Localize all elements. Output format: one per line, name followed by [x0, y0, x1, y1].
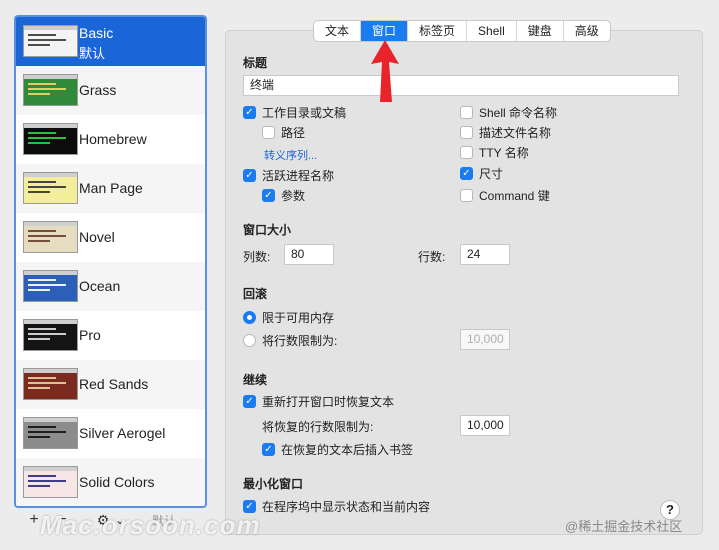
profile-item[interactable]: Solid Colors: [16, 458, 205, 506]
tab-shell[interactable]: Shell: [467, 21, 517, 41]
credit-text: @稀土掘金技术社区: [565, 519, 683, 534]
tab-bar: 文本 窗口 标签页 Shell 键盘 高级: [313, 20, 611, 42]
escape-sequences-link[interactable]: 转义序列...: [264, 147, 317, 163]
checkbox-insert-bookmark[interactable]: ✓ 在恢复的文本后插入书签: [262, 441, 413, 458]
profile-item[interactable]: Red Sands: [16, 360, 205, 409]
profile-thumbnail: [23, 25, 78, 57]
columns-field[interactable]: 80: [284, 244, 334, 265]
radio-circle[interactable]: [243, 334, 256, 347]
columns-label: 列数:: [243, 250, 271, 264]
checkbox-active-process[interactable]: ✓ 活跃进程名称: [243, 167, 334, 184]
checkbox-box[interactable]: [460, 106, 473, 119]
profile-name: Novel: [79, 229, 115, 245]
profile-item[interactable]: Homebrew: [16, 115, 205, 164]
profile-name: Pro: [79, 327, 101, 343]
tab-window[interactable]: 窗口: [361, 21, 409, 41]
profile-thumbnail: [23, 319, 78, 351]
tab-tabs[interactable]: 标签页: [408, 21, 468, 41]
window-size-header: 窗口大小: [243, 223, 292, 237]
profile-thumbnail: [23, 221, 78, 253]
resume-header: 继续: [243, 373, 268, 387]
profile-thumbnail: [23, 368, 78, 400]
profile-name: Homebrew: [79, 131, 147, 147]
profile-default-label: 默认: [79, 46, 106, 61]
checkbox-box[interactable]: ✓: [262, 443, 275, 456]
profile-item[interactable]: Basic 默认: [16, 17, 205, 66]
checkbox-profile-name[interactable]: 描述文件名称: [460, 124, 551, 141]
checkbox-box[interactable]: ✓: [243, 169, 256, 182]
checkbox-shell-command[interactable]: Shell 命令名称: [460, 104, 557, 121]
profile-item[interactable]: Novel: [16, 213, 205, 262]
profile-name: Grass: [79, 82, 117, 98]
profile-list[interactable]: Basic 默认 Grass Homebrew Man Page Novel Ocean Pr…: [14, 15, 207, 508]
scrollback-limit-field[interactable]: 10,000: [460, 329, 510, 350]
checkbox-tty-name[interactable]: TTY 名称: [460, 144, 529, 161]
profile-name: Ocean: [79, 278, 121, 294]
profile-name: Silver Aerogel: [79, 425, 166, 441]
tab-keyboard[interactable]: 键盘: [517, 21, 564, 41]
checkbox-box[interactable]: ✓: [460, 167, 473, 180]
checkbox-box[interactable]: ✓: [262, 189, 275, 202]
checkbox-restore-text[interactable]: ✓ 重新打开窗口时恢复文本: [243, 393, 394, 410]
restore-lines-label: 将恢复的行数限制为:: [262, 420, 374, 434]
profile-item[interactable]: Grass: [16, 66, 205, 115]
profile-thumbnail: [23, 270, 78, 302]
profile-item[interactable]: Silver Aerogel: [16, 409, 205, 458]
checkbox-dimensions[interactable]: ✓ 尺寸: [460, 165, 503, 182]
profile-item[interactable]: Pro: [16, 311, 205, 360]
checkbox-box[interactable]: [460, 126, 473, 139]
profile-item[interactable]: Man Page: [16, 164, 205, 213]
profile-thumbnail: [23, 466, 78, 498]
profile-name: Basic: [79, 25, 114, 41]
checkbox-box[interactable]: ✓: [243, 395, 256, 408]
title-header: 标题: [243, 56, 268, 70]
checkbox-box[interactable]: [460, 189, 473, 202]
checkbox-command-key[interactable]: Command 键: [460, 187, 550, 204]
scrollback-header: 回滚: [243, 287, 268, 301]
profile-thumbnail: [23, 74, 78, 106]
tab-advanced[interactable]: 高级: [564, 21, 610, 41]
tab-text[interactable]: 文本: [314, 21, 362, 41]
rows-field[interactable]: 24: [460, 244, 510, 265]
profile-item[interactable]: Ocean: [16, 262, 205, 311]
red-arrow-icon: [371, 40, 399, 102]
profile-name: Man Page: [79, 180, 143, 196]
checkbox-dock-status[interactable]: ✓ 在程序坞中显示状态和当前内容: [243, 498, 430, 515]
profile-thumbnail: [23, 417, 78, 449]
radio-circle[interactable]: [243, 311, 256, 324]
profile-name: Solid Colors: [79, 474, 155, 490]
restore-lines-field[interactable]: 10,000: [460, 415, 510, 436]
checkbox-arguments[interactable]: ✓ 参数: [262, 187, 305, 204]
profile-name: Red Sands: [79, 376, 149, 392]
profile-thumbnail: [23, 172, 78, 204]
watermark: Mac.orsoon.com: [40, 510, 261, 540]
radio-limit-rows[interactable]: 将行数限制为:: [243, 332, 337, 349]
checkbox-path[interactable]: 路径: [262, 124, 305, 141]
checkbox-box[interactable]: [460, 146, 473, 159]
checkbox-box[interactable]: [262, 126, 275, 139]
title-field[interactable]: 终端: [243, 75, 679, 96]
checkbox-box[interactable]: ✓: [243, 106, 256, 119]
checkbox-working-directory[interactable]: ✓ 工作目录或文稿: [243, 104, 346, 121]
radio-available-memory[interactable]: 限于可用内存: [243, 309, 334, 326]
minimize-header: 最小化窗口: [243, 477, 304, 491]
rows-label: 行数:: [418, 250, 446, 264]
profile-thumbnail: [23, 123, 78, 155]
